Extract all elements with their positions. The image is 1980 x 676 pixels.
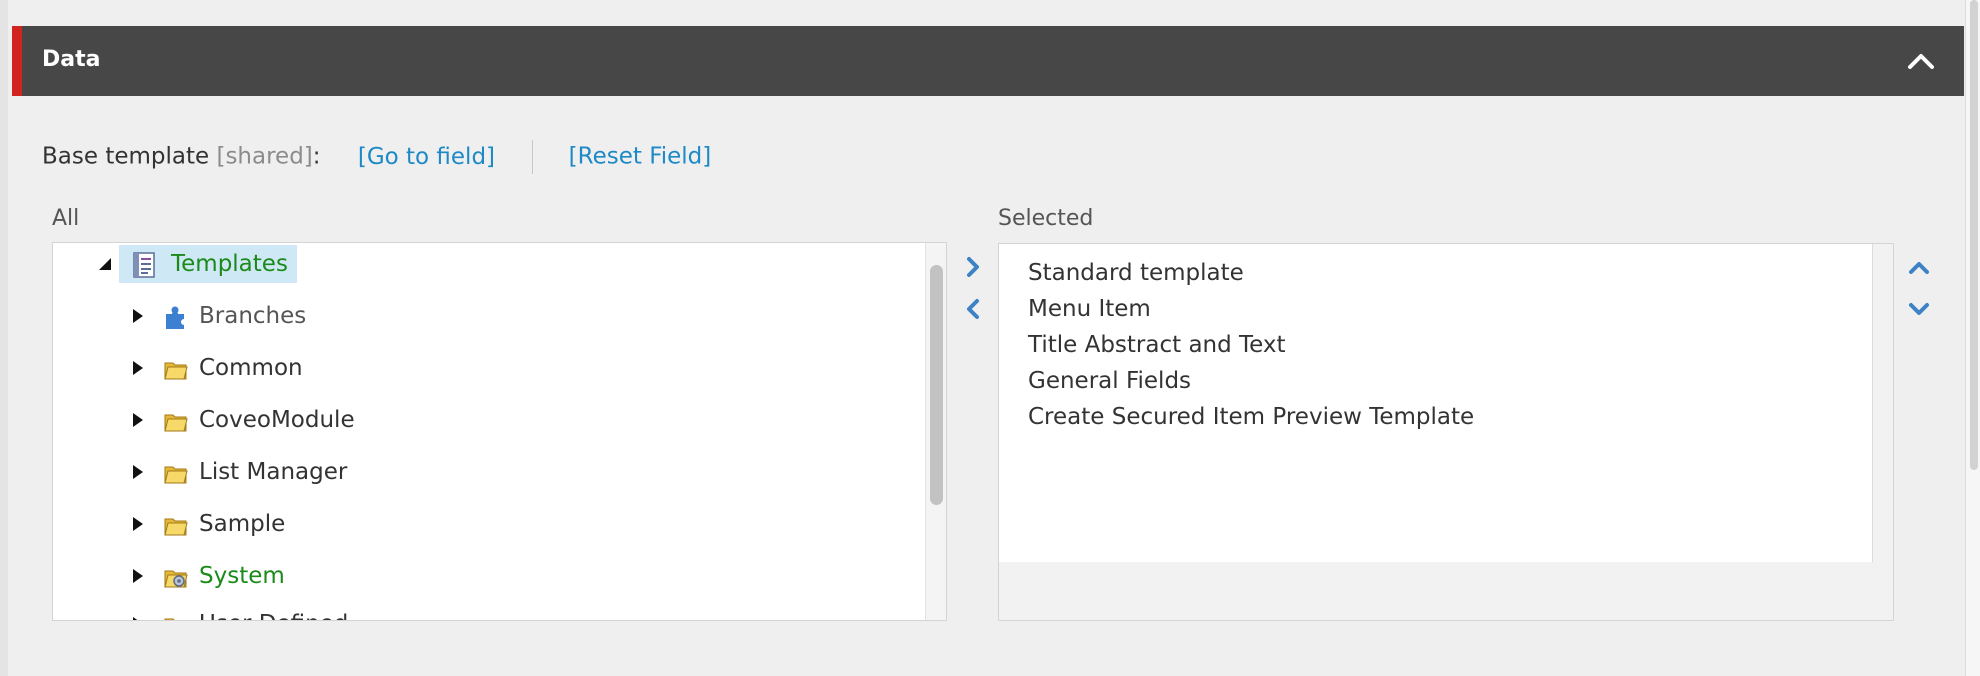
field-colon: :	[312, 143, 321, 170]
move-up-arrow-icon[interactable]	[1906, 255, 1932, 281]
collapsed-triangle-icon[interactable]	[127, 558, 149, 594]
go-to-field-link[interactable]: [Go to field]	[358, 144, 495, 170]
field-label-row: Base template [shared]: [Go to field] [R…	[42, 140, 712, 174]
folder-icon	[164, 362, 188, 380]
section-header[interactable]: Data	[12, 26, 1964, 96]
link-divider	[532, 140, 534, 174]
selected-list-inner: Standard template Menu Item Title Abstra…	[999, 244, 1873, 562]
section-title: Data	[42, 47, 101, 72]
selected-item[interactable]: Create Secured Item Preview Template	[1028, 404, 1474, 430]
collapsed-triangle-icon[interactable]	[127, 454, 149, 490]
template-icon	[133, 252, 155, 278]
tree-scrollbar[interactable]	[925, 243, 946, 620]
selected-item[interactable]: Standard template	[1028, 260, 1244, 286]
all-column-label: All	[52, 206, 80, 231]
collapsed-triangle-icon[interactable]	[127, 606, 149, 621]
add-right-arrow-icon[interactable]	[960, 254, 986, 280]
tree-item-label[interactable]: Common	[199, 350, 303, 386]
tree-item-label[interactable]: List Manager	[199, 454, 347, 490]
tree-item-label[interactable]: System	[199, 558, 285, 594]
remove-left-arrow-icon[interactable]	[960, 296, 986, 322]
expanded-triangle-icon[interactable]	[95, 246, 117, 282]
folder-icon	[164, 618, 175, 620]
page-scrollbar-thumb[interactable]	[1970, 0, 1978, 470]
folder-icon	[164, 466, 188, 484]
section-accent-bar	[12, 26, 22, 96]
tree-scrollbar-thumb[interactable]	[930, 265, 943, 505]
selected-item[interactable]: General Fields	[1028, 368, 1191, 394]
folder-icon	[164, 414, 188, 432]
all-templates-tree[interactable]: Templates Branches Common CoveoModule Li…	[52, 242, 947, 621]
reset-field-link[interactable]: [Reset Field]	[569, 144, 712, 170]
shared-tag: [shared]	[216, 143, 313, 170]
collapsed-triangle-icon[interactable]	[127, 298, 149, 334]
collapsed-triangle-icon[interactable]	[127, 506, 149, 542]
tree-item-label[interactable]: CoveoModule	[199, 402, 355, 438]
tree-item-label[interactable]: Branches	[199, 298, 306, 334]
field-label: Base template	[42, 143, 210, 170]
tree-item-label[interactable]: User Defined	[199, 606, 348, 620]
selected-templates-list[interactable]: Standard template Menu Item Title Abstra…	[998, 243, 1894, 621]
collapsed-triangle-icon[interactable]	[127, 402, 149, 438]
selected-item[interactable]: Title Abstract and Text	[1028, 332, 1286, 358]
folder-icon	[164, 518, 188, 536]
collapsed-triangle-icon[interactable]	[127, 350, 149, 386]
left-edge	[0, 0, 8, 676]
selected-item[interactable]: Menu Item	[1028, 296, 1151, 322]
chevron-up-icon[interactable]	[1906, 50, 1936, 72]
system-folder-icon	[164, 570, 188, 588]
tree-item-label[interactable]: Templates	[171, 246, 288, 282]
selected-column-label: Selected	[998, 206, 1094, 231]
tree-item-label[interactable]: Sample	[199, 506, 285, 542]
puzzle-icon	[166, 306, 184, 329]
page-scrollbar[interactable]	[1965, 0, 1980, 676]
move-down-arrow-icon[interactable]	[1906, 296, 1932, 322]
